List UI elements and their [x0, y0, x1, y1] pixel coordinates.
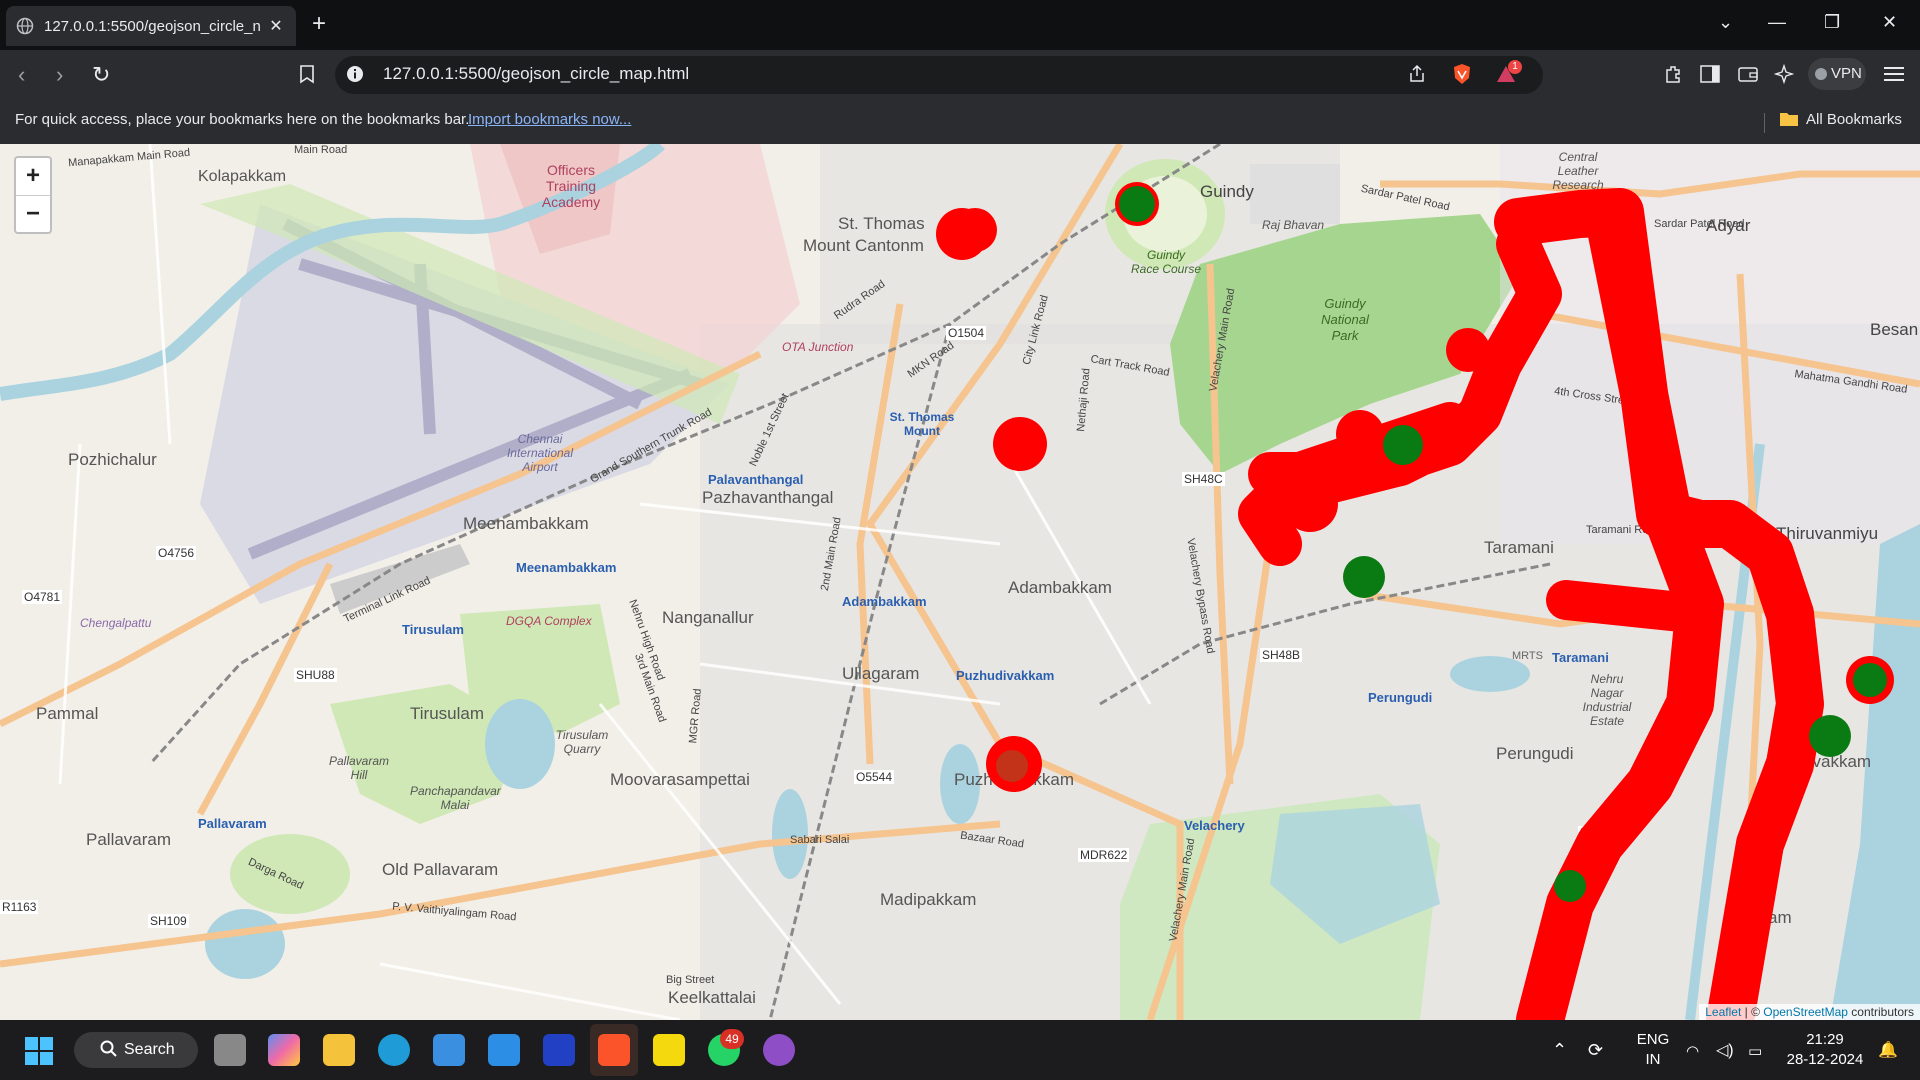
site-info-icon[interactable] — [343, 62, 367, 86]
sync-icon[interactable]: ⟳ — [1588, 1040, 1603, 1061]
leo-ai-icon[interactable] — [1772, 62, 1796, 86]
battery-icon[interactable]: ▭ — [1748, 1042, 1762, 1060]
edge-icon[interactable] — [378, 1034, 410, 1066]
notification-bell-icon[interactable]: 🔔 — [1878, 1040, 1898, 1060]
geojson-overlay — [936, 182, 1894, 1020]
vscode-icon[interactable] — [488, 1034, 520, 1066]
brave-shields-icon[interactable] — [1450, 62, 1474, 86]
attribution-contributors: contributors — [1847, 1005, 1914, 1019]
volume-icon[interactable]: ◁) — [1716, 1040, 1734, 1060]
import-bookmarks-link[interactable]: Import bookmarks now... — [468, 111, 631, 128]
zoom-out-button[interactable]: − — [16, 196, 50, 233]
menu-icon[interactable] — [1882, 62, 1906, 86]
zoom-control: + − — [14, 156, 52, 234]
task-view-icon[interactable] — [214, 1034, 246, 1066]
red-circle-marker[interactable] — [1282, 476, 1338, 532]
browser-tab[interactable]: 127.0.0.1:5500/geojson_circle_n ✕ — [6, 6, 296, 46]
minimize-icon[interactable]: — — [1768, 12, 1786, 33]
green-circle-marker[interactable] — [1853, 663, 1887, 697]
bookmarks-divider — [1764, 113, 1765, 133]
attribution-separator: | © — [1741, 1005, 1764, 1019]
tab-title: 127.0.0.1:5500/geojson_circle_n — [44, 17, 261, 35]
share-icon[interactable] — [1405, 62, 1429, 86]
green-circle-marker[interactable] — [1383, 425, 1423, 465]
red-circle-marker[interactable] — [993, 417, 1047, 471]
green-circle-marker[interactable] — [1809, 715, 1851, 757]
osm-link[interactable]: OpenStreetMap — [1763, 1005, 1848, 1019]
tray-chevron-icon[interactable]: ⌃ — [1552, 1040, 1567, 1061]
clock-date[interactable]: 28-12-2024 — [1780, 1051, 1870, 1068]
bookmark-icon[interactable] — [295, 62, 319, 86]
sidebar-icon[interactable] — [1698, 62, 1722, 86]
sticky-notes-icon[interactable] — [653, 1034, 685, 1066]
new-tab-button[interactable]: + — [312, 12, 326, 36]
search-icon — [100, 1040, 118, 1063]
vpn-status-icon — [1815, 68, 1827, 80]
rewards-badge: 1 — [1508, 60, 1522, 74]
green-circle-marker[interactable] — [1554, 870, 1586, 902]
red-circle-marker[interactable] — [953, 208, 997, 252]
windows-start-icon[interactable] — [25, 1037, 53, 1070]
green-circle-marker[interactable] — [1119, 186, 1155, 222]
taskbar-search-label: Search — [124, 1041, 175, 1058]
globe-icon — [16, 17, 34, 35]
tab-search-chevron-icon[interactable]: ⌄ — [1718, 12, 1733, 33]
map-attribution: Leaflet | © OpenStreetMap contributors — [1699, 1004, 1920, 1020]
whatsapp-badge: 49 — [720, 1029, 744, 1049]
close-tab-icon[interactable]: ✕ — [266, 16, 286, 36]
forward-icon[interactable]: › — [56, 62, 63, 88]
restore-icon[interactable]: ❐ — [1824, 12, 1840, 33]
red-route-connector[interactable] — [1546, 580, 1720, 634]
extensions-icon[interactable] — [1661, 62, 1685, 86]
microsoft-store-icon[interactable] — [433, 1034, 465, 1066]
l-app-icon[interactable] — [543, 1034, 575, 1066]
red-circle-marker[interactable] — [1446, 328, 1490, 372]
red-circle-marker[interactable] — [1336, 410, 1384, 458]
close-window-icon[interactable]: ✕ — [1882, 12, 1897, 33]
leaflet-link[interactable]: Leaflet — [1705, 1005, 1741, 1019]
folder-icon — [1779, 111, 1799, 132]
reload-icon[interactable]: ↻ — [92, 62, 110, 88]
clock-time[interactable]: 21:29 — [1780, 1031, 1870, 1048]
vpn-label: VPN — [1831, 65, 1862, 82]
green-circle-marker[interactable] — [1343, 556, 1385, 598]
wallet-icon[interactable] — [1736, 62, 1760, 86]
red-circle-marker[interactable] — [996, 750, 1028, 782]
copilot-icon[interactable] — [268, 1034, 300, 1066]
bookmarks-message: For quick access, place your bookmarks h… — [15, 111, 470, 128]
file-explorer-icon[interactable] — [323, 1034, 355, 1066]
zoom-in-button[interactable]: + — [16, 158, 50, 195]
language-top[interactable]: ENG — [1632, 1031, 1674, 1048]
all-bookmarks-button[interactable]: All Bookmarks — [1806, 111, 1902, 128]
back-icon[interactable]: ‹ — [18, 62, 25, 88]
url-text[interactable]: 127.0.0.1:5500/geojson_circle_map.html — [383, 64, 689, 84]
brave-taskbar-icon[interactable] — [598, 1034, 630, 1066]
language-bottom[interactable]: IN — [1632, 1051, 1674, 1068]
wifi-icon[interactable]: ◠ — [1686, 1042, 1699, 1060]
github-icon[interactable] — [763, 1034, 795, 1066]
leaflet-map[interactable]: Officers Training Academy Kolapakkam Gui… — [0, 144, 1920, 1020]
